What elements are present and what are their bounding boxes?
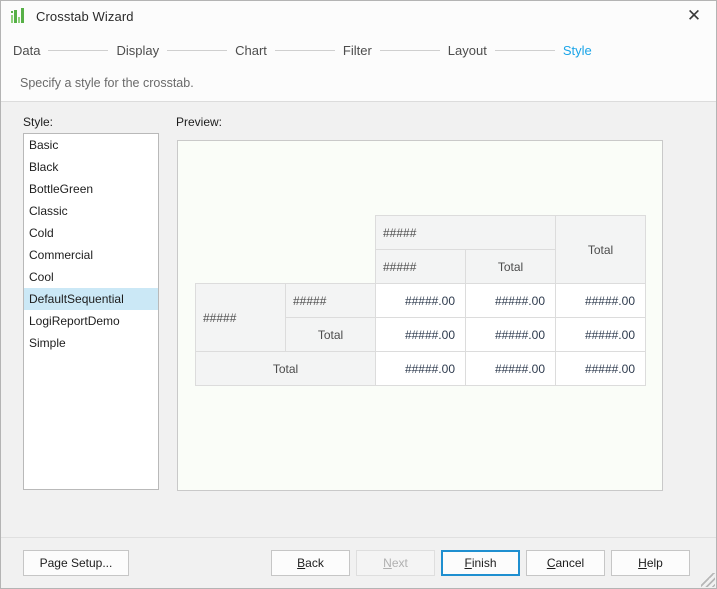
help-button[interactable]: Help: [611, 550, 690, 576]
help-label: Help: [638, 556, 663, 570]
title-bar: Crosstab Wizard ✕: [1, 1, 716, 31]
step-display[interactable]: Display: [116, 43, 159, 58]
subtitle-bar: Specify a style for the crosstab.: [1, 69, 716, 102]
crosstab-wizard-dialog: Crosstab Wizard ✕ Data Display Chart Fil…: [0, 0, 717, 589]
dialog-body: Style: Preview: Basic Black BottleGreen …: [1, 102, 716, 537]
corner-spacer: [286, 250, 376, 284]
step-separator: [380, 50, 440, 51]
step-separator: [275, 50, 335, 51]
cancel-label: Cancel: [547, 556, 584, 570]
list-item[interactable]: Basic: [24, 134, 158, 156]
list-item[interactable]: Cool: [24, 266, 158, 288]
step-chart[interactable]: Chart: [235, 43, 267, 58]
back-button[interactable]: Back: [271, 550, 350, 576]
style-list-label: Style:: [23, 115, 53, 129]
window-title: Crosstab Wizard: [36, 9, 134, 24]
page-setup-label: Page Setup...: [40, 556, 113, 570]
list-item-selected[interactable]: DefaultSequential: [24, 288, 158, 310]
step-separator: [495, 50, 555, 51]
page-description: Specify a style for the crosstab.: [20, 76, 194, 90]
wizard-step-breadcrumb: Data Display Chart Filter Layout Style: [1, 31, 716, 69]
close-icon[interactable]: ✕: [672, 1, 716, 31]
data-cell: #####.00: [556, 318, 646, 352]
list-item[interactable]: Commercial: [24, 244, 158, 266]
back-label: Back: [297, 556, 324, 570]
finish-label: Finish: [464, 556, 496, 570]
step-style[interactable]: Style: [563, 43, 592, 58]
corner-spacer: [196, 250, 286, 284]
next-label: Next: [383, 556, 408, 570]
crosstab-preview-table: ##### Total ##### Total ##### ##### ####…: [195, 215, 646, 386]
resize-grip[interactable]: [701, 573, 715, 587]
page-setup-button[interactable]: Page Setup...: [23, 550, 129, 576]
data-cell: #####.00: [466, 352, 556, 386]
list-item[interactable]: Classic: [24, 200, 158, 222]
dialog-footer: Page Setup... Back Next Finish Cancel He…: [1, 537, 716, 588]
corner-spacer: [286, 216, 376, 250]
step-separator: [167, 50, 227, 51]
column-group-header: #####: [376, 216, 556, 250]
list-item[interactable]: Simple: [24, 332, 158, 354]
preview-label: Preview:: [176, 115, 222, 129]
list-item[interactable]: Black: [24, 156, 158, 178]
data-cell: #####.00: [556, 284, 646, 318]
data-cell: #####.00: [466, 284, 556, 318]
step-layout[interactable]: Layout: [448, 43, 487, 58]
data-cell: #####.00: [376, 352, 466, 386]
table-row: Total #####.00 #####.00 #####.00: [196, 352, 646, 386]
row-group-header: #####: [196, 284, 286, 352]
row-total-header: Total: [286, 318, 376, 352]
step-data[interactable]: Data: [13, 43, 40, 58]
finish-button[interactable]: Finish: [441, 550, 520, 576]
data-cell: #####.00: [376, 318, 466, 352]
style-list[interactable]: Basic Black BottleGreen Classic Cold Com…: [23, 133, 159, 490]
table-row: ##### ##### #####.00 #####.00 #####.00: [196, 284, 646, 318]
style-preview-panel: ##### Total ##### Total ##### ##### ####…: [177, 140, 663, 491]
column-total-header: Total: [466, 250, 556, 284]
column-grand-total-header: Total: [556, 216, 646, 284]
cancel-button[interactable]: Cancel: [526, 550, 605, 576]
list-item[interactable]: BottleGreen: [24, 178, 158, 200]
data-cell: #####.00: [376, 284, 466, 318]
table-row: ##### Total: [196, 216, 646, 250]
column-member-header: #####: [376, 250, 466, 284]
list-item[interactable]: LogiReportDemo: [24, 310, 158, 332]
data-cell: #####.00: [556, 352, 646, 386]
step-filter[interactable]: Filter: [343, 43, 372, 58]
corner-spacer: [196, 216, 286, 250]
list-item[interactable]: Cold: [24, 222, 158, 244]
row-grand-total-header: Total: [196, 352, 376, 386]
next-button: Next: [356, 550, 435, 576]
row-member-header: #####: [286, 284, 376, 318]
bar-chart-icon: [10, 7, 28, 25]
step-separator: [48, 50, 108, 51]
data-cell: #####.00: [466, 318, 556, 352]
